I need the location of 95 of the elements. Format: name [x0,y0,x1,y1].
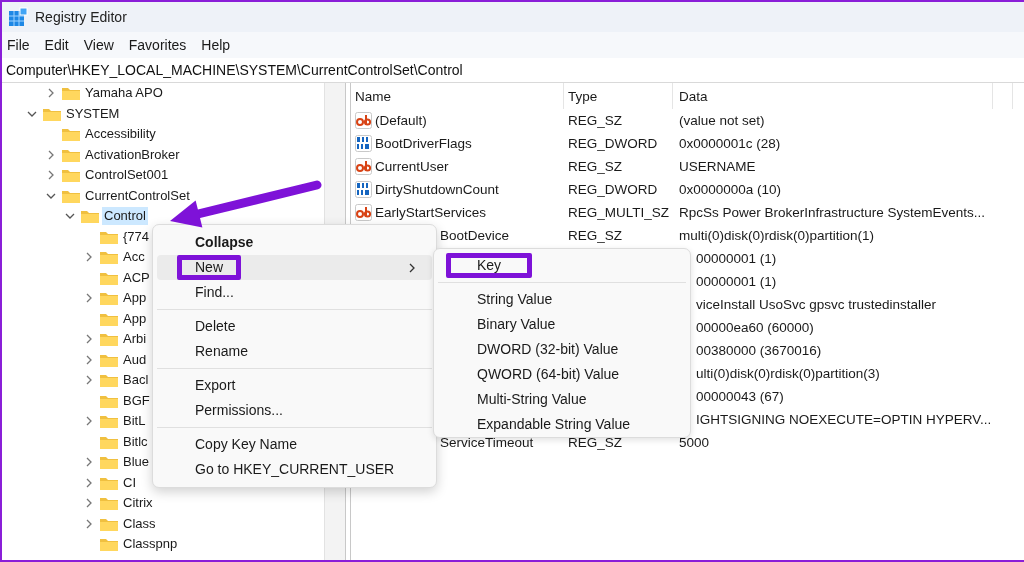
menu-item[interactable]: Key [438,253,686,278]
folder-icon [99,413,119,430]
folder-icon [99,249,119,266]
folder-icon [61,85,81,102]
tree-item[interactable]: Yamaha APO [83,84,165,103]
value-name[interactable]: ServiceTimeout [440,435,534,450]
value-type: REG_SZ [568,159,622,174]
tree-item[interactable]: BitL [121,412,148,431]
value-data: 00000043 (67) [696,389,784,404]
folder-icon [80,208,100,225]
menu-item[interactable]: Collapse [157,230,432,255]
menu-item[interactable]: New [157,255,432,280]
binary-value-icon [355,181,372,198]
tree-item[interactable]: Control [102,207,148,226]
tree-item[interactable]: Aud [121,350,149,369]
value-type: REG_DWORD [568,182,658,197]
value-data: 0x0000000a (10) [679,182,782,197]
registry-app-icon [8,7,28,27]
menu-item[interactable]: Expandable String Value [438,412,686,437]
value-data: 00000ea60 (60000) [696,320,814,335]
menu-item[interactable]: Multi-String Value [438,387,686,412]
value-type: REG_DWORD [568,136,658,151]
menu-item[interactable]: Find... [157,280,432,305]
value-name[interactable]: CurrentUser [375,159,449,174]
menu-item[interactable]: Help [201,35,231,55]
value-data: 00000001 (1) [696,251,777,266]
string-value-icon [355,112,372,129]
tree-item[interactable]: Classpnp [121,535,180,554]
tree-item[interactable]: Class [121,514,158,533]
binary-value-icon [355,135,372,152]
value-name[interactable]: BootDriverFlags [375,136,472,151]
tree-item[interactable]: Bacl [121,371,151,390]
menu-item[interactable]: Binary Value [438,312,686,337]
value-name[interactable]: BootDevice [440,228,510,243]
folder-icon [99,536,119,553]
column-header[interactable]: Data [673,83,993,109]
menu-item[interactable]: File [7,35,30,55]
value-data: IGHTSIGNING NOEXECUTE=OPTIN HYPERV... [696,412,992,427]
value-data: (value not set) [679,113,765,128]
tree-item[interactable]: Arbi [121,330,149,349]
value-type: REG_SZ [568,113,622,128]
value-name[interactable]: DirtyShutdownCount [375,182,499,197]
column-header[interactable]: Name [351,83,564,109]
value-name[interactable]: EarlyStartServices [375,205,487,220]
folder-icon [61,167,81,184]
menu-item[interactable]: Export [157,373,432,398]
tree-item[interactable]: Citrix [121,494,155,513]
folder-icon [99,372,119,389]
value-data: 00000001 (1) [696,274,777,289]
tree-item[interactable]: SYSTEM [64,104,122,123]
menu-item[interactable]: QWORD (64-bit) Value [438,362,686,387]
column-header[interactable]: Type [564,83,673,109]
tree-item[interactable]: ActivationBroker [83,145,182,164]
value-data: ulti(0)disk(0)rdisk(0)partition(3) [696,366,880,381]
menu-item[interactable]: Edit [44,35,69,55]
string-value-icon [355,158,372,175]
menu-item[interactable]: Delete [157,314,432,339]
value-type: REG_SZ [568,435,622,450]
folder-icon [99,331,119,348]
tree-item[interactable]: {774 [121,227,152,246]
value-data: viceInstall UsoSvc gpsvc trustedinstaller [696,297,937,312]
value-data: USERNAME [679,159,756,174]
menu-item[interactable]: Permissions... [157,398,432,423]
menu-item[interactable]: Favorites [128,35,187,55]
value-data: multi(0)disk(0)rdisk(0)partition(1) [679,228,875,243]
tree-item[interactable]: CurrentControlSet [83,186,192,205]
value-data: 5000 [679,435,710,450]
value-data: 00380000 (3670016) [696,343,822,358]
menu-item[interactable]: View [83,35,114,55]
folder-icon [99,290,119,307]
tree-item[interactable]: ControlSet001 [83,166,171,185]
value-type: REG_MULTI_SZ [568,205,670,220]
folder-icon [61,126,81,143]
tree-item[interactable]: App [121,289,149,308]
tree-item[interactable]: Bitlc [121,432,150,451]
window-title: Registry Editor [35,9,127,25]
tree-item[interactable]: BGF [121,391,152,410]
menu-item[interactable]: Rename [157,339,432,364]
tree-item[interactable]: Acc [121,248,147,267]
tree-item[interactable]: Accessibility [83,125,158,144]
value-data: 0x0000001c (28) [679,136,781,151]
tree-item[interactable]: CI [121,473,138,492]
value-type: REG_SZ [568,228,622,243]
menu-item[interactable]: DWORD (32-bit) Value [438,337,686,362]
menu-item[interactable]: String Value [438,287,686,312]
tree-item[interactable]: App [121,309,149,328]
folder-icon [99,495,119,512]
menu-item[interactable]: Copy Key Name [157,432,432,457]
tree-item[interactable]: ACP [121,268,152,287]
folder-icon [99,454,119,471]
value-data: RpcSs Power BrokerInfrastructure SystemEvents... [679,205,986,220]
menu-item[interactable]: Go to HKEY_CURRENT_USER [157,457,432,482]
string-value-icon [355,204,372,221]
tree-item[interactable]: Blue [121,453,152,472]
value-name[interactable]: (Default) [375,113,427,128]
